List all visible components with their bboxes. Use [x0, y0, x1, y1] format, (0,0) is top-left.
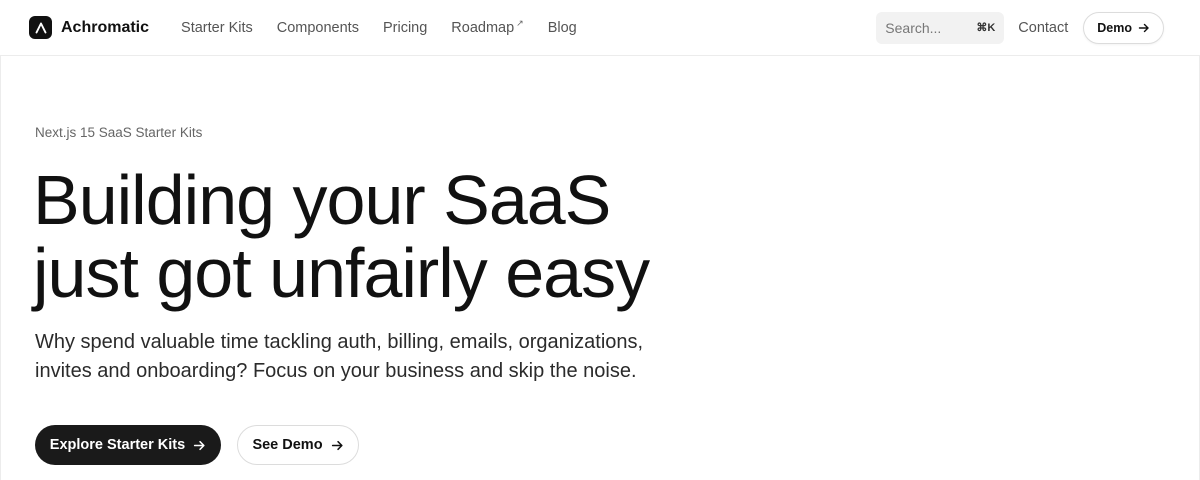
nav-blog[interactable]: Blog: [548, 20, 577, 36]
demo-button-label: Demo: [1097, 20, 1132, 35]
top-navigation-bar: Achromatic Starter Kits Components Prici…: [0, 0, 1200, 56]
main-nav: Starter Kits Components Pricing Roadmap …: [181, 17, 577, 36]
hero-headline-line-1: Building your SaaS: [33, 161, 611, 239]
arrow-right-icon: [1138, 22, 1150, 34]
header-actions: Search... ⌘K Contact Demo: [876, 11, 1164, 44]
explore-starter-kits-label: Explore Starter Kits: [49, 437, 186, 453]
hero-section: Next.js 15 SaaS Starter Kits Building yo…: [0, 56, 1200, 480]
search-placeholder: Search...: [885, 19, 942, 36]
hero-headline-line-2: just got unfairly easy: [33, 234, 650, 312]
nav-pricing[interactable]: Pricing: [383, 20, 427, 36]
search-shortcut: ⌘K: [976, 22, 996, 34]
hero-headline: Building your SaaS just got unfairly eas…: [33, 161, 650, 312]
hero-eyebrow: Next.js 15 SaaS Starter Kits: [35, 125, 203, 140]
hero-subheadline-line-2: invites and onboarding? Focus on your bu…: [35, 359, 637, 382]
explore-starter-kits-button[interactable]: Explore Starter Kits: [35, 425, 221, 465]
search-input[interactable]: Search... ⌘K: [876, 11, 1005, 44]
achromatic-logo-icon: [29, 16, 52, 39]
arrow-right-icon: [193, 439, 206, 452]
demo-button[interactable]: Demo: [1083, 11, 1164, 44]
external-link-icon: ↗: [516, 17, 524, 28]
contact-link[interactable]: Contact: [1018, 20, 1068, 36]
see-demo-button[interactable]: See Demo: [237, 425, 359, 465]
see-demo-label: See Demo: [252, 437, 323, 453]
hero-subheadline: Why spend valuable time tackling auth, b…: [35, 328, 695, 385]
brand[interactable]: Achromatic: [29, 16, 149, 39]
nav-components[interactable]: Components: [277, 20, 359, 36]
brand-name: Achromatic: [61, 18, 150, 36]
arrow-right-icon: [331, 439, 344, 452]
nav-roadmap[interactable]: Roadmap ↗: [451, 17, 524, 36]
nav-roadmap-label: Roadmap: [451, 19, 515, 36]
hero-subheadline-line-1: Why spend valuable time tackling auth, b…: [35, 331, 644, 353]
nav-starter-kits[interactable]: Starter Kits: [181, 20, 253, 36]
